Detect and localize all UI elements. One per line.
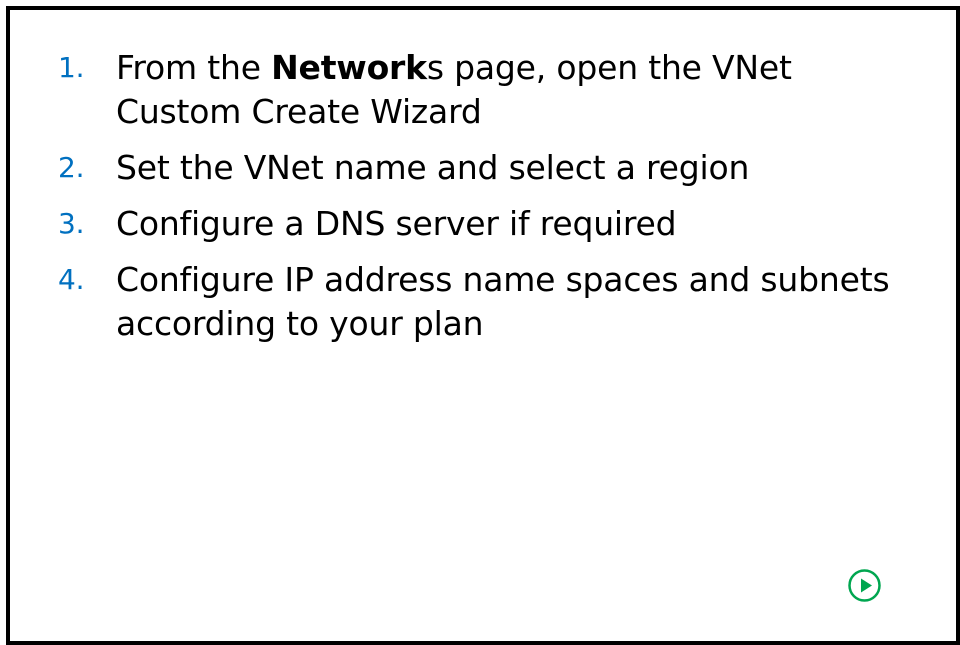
step-text: Configure a DNS server if required: [116, 204, 677, 243]
step-number: 4.: [58, 263, 85, 296]
step-text: Set the VNet name and select a region: [116, 148, 750, 187]
step-item: 3. Configure a DNS server if required: [10, 202, 956, 246]
play-button[interactable]: [848, 569, 881, 602]
slide-frame: 1. From the Networks page, open the VNet…: [6, 6, 960, 645]
step-item: 1. From the Networks page, open the VNet…: [10, 46, 956, 134]
step-text-part: From the: [116, 48, 272, 87]
step-text: Configure IP address name spaces and sub…: [116, 260, 890, 343]
step-number: 1.: [58, 51, 85, 84]
step-item: 2. Set the VNet name and select a region: [10, 146, 956, 190]
play-circle-icon: [848, 569, 881, 602]
step-text-bold: Network: [271, 48, 427, 87]
step-number: 3.: [58, 207, 85, 240]
step-text: From the Networks page, open the VNet Cu…: [116, 48, 792, 131]
step-number: 2.: [58, 151, 85, 184]
steps-list: 1. From the Networks page, open the VNet…: [10, 46, 956, 358]
step-item: 4. Configure IP address name spaces and …: [10, 258, 956, 346]
